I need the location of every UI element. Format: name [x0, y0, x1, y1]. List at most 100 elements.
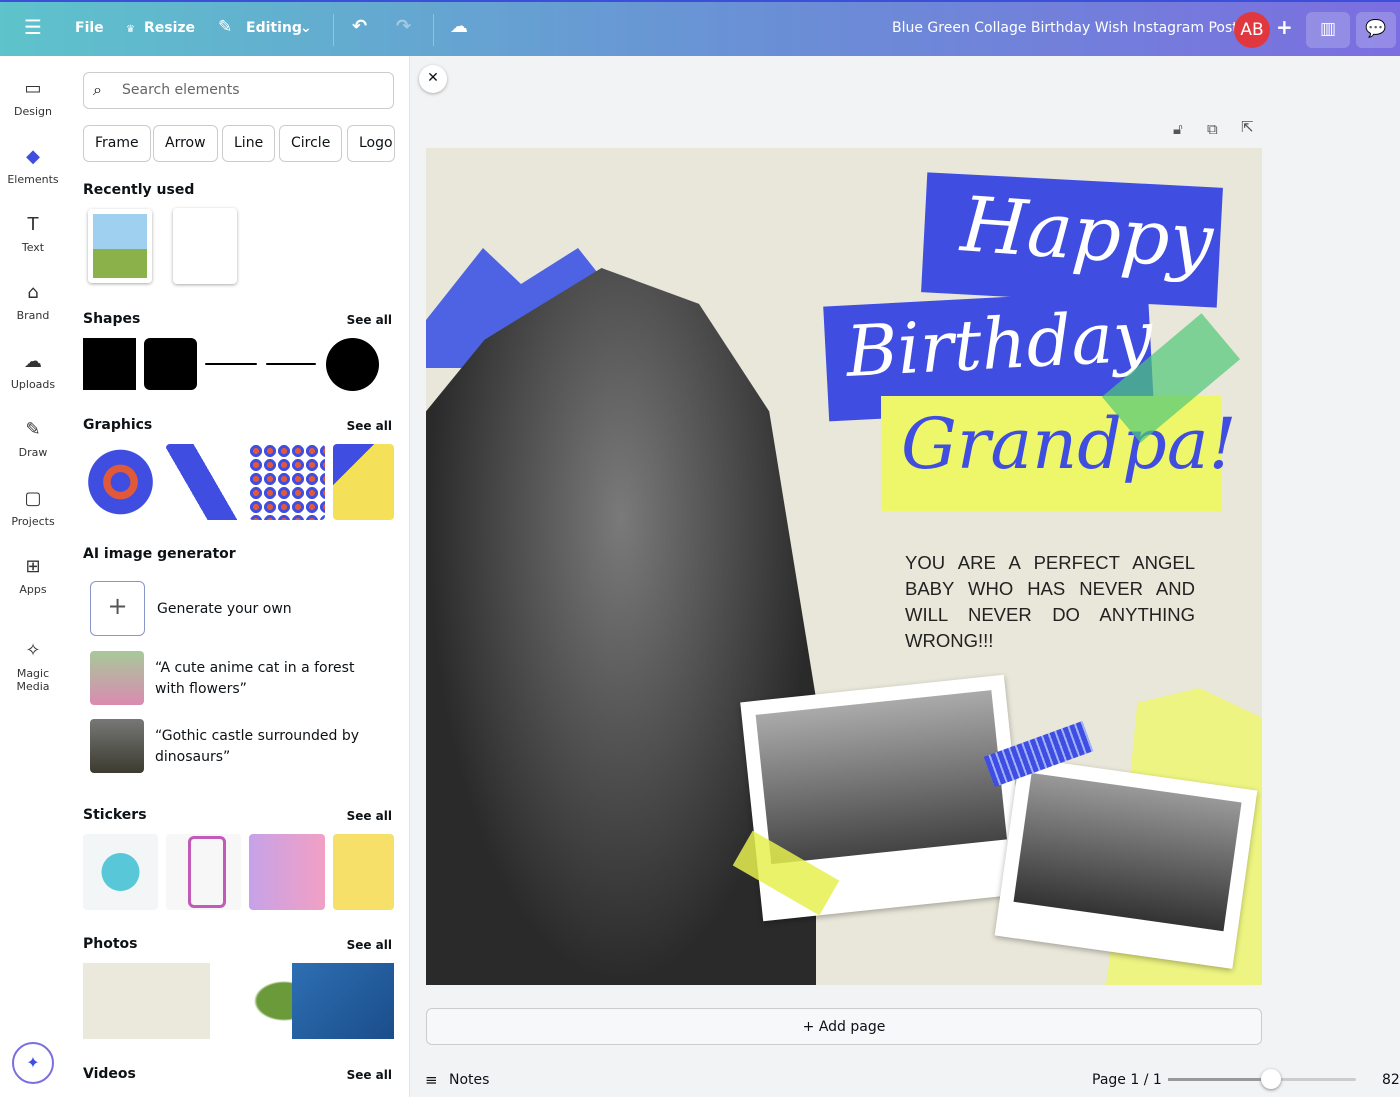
chip-logo[interactable]: Logo: [347, 125, 395, 162]
elements-panel: Search elements ⌕ Frame Arrow Line Circl…: [66, 56, 410, 1097]
side-rail: ▭ Design ◆ Elements T Text ⌂ Brand ☁ Uploads …: [0, 56, 66, 1097]
ai-generator-heading: AI image generator: [83, 546, 236, 562]
photo-paper[interactable]: [83, 963, 210, 1039]
generate-plus-icon[interactable]: +: [90, 581, 145, 636]
redo-icon[interactable]: ↷: [396, 16, 411, 37]
editing-menu[interactable]: Editing: [246, 20, 302, 36]
stickers-heading: Stickers: [83, 807, 147, 823]
videos-heading: Videos: [83, 1066, 136, 1082]
rail-magic-media[interactable]: ✧ Magic Media: [0, 640, 66, 693]
zoom-slider-fill: [1168, 1078, 1272, 1081]
prompt-castle[interactable]: “Gothic castle surrounded by dinosaurs”: [155, 726, 385, 768]
design-icon: ▭: [24, 78, 42, 99]
message-text: YOU ARE A PERFECT ANGEL BABY WHO HAS NEV…: [905, 552, 1195, 651]
file-menu[interactable]: File: [75, 20, 104, 36]
pencil-icon: ✎: [218, 17, 233, 37]
graphic-sun[interactable]: [83, 444, 158, 520]
magic-assistant-button[interactable]: ✦: [12, 1042, 54, 1084]
shape-arrow[interactable]: [266, 363, 316, 365]
photos-see-all[interactable]: See all: [347, 938, 392, 952]
photo-blue[interactable]: [292, 963, 394, 1039]
rail-label: Elements: [7, 173, 59, 186]
sticker-ovals[interactable]: [249, 834, 325, 910]
search-icon: ⌕: [93, 80, 102, 99]
projects-icon: ▢: [24, 488, 42, 509]
chip-frame[interactable]: Frame: [83, 125, 151, 162]
notes-icon[interactable]: ≡: [425, 1071, 438, 1089]
sticker-robot[interactable]: [83, 834, 158, 910]
shapes-see-all[interactable]: See all: [347, 313, 392, 327]
chip-line[interactable]: Line: [222, 125, 276, 162]
page-indicator[interactable]: Page 1 / 1: [1092, 1072, 1162, 1088]
happy-text: Happy: [958, 179, 1216, 286]
zoom-level[interactable]: 82%: [1382, 1072, 1400, 1088]
lock-icon[interactable]: 🔓︎: [1173, 120, 1183, 138]
photos-heading: Photos: [83, 936, 138, 952]
insights-icon[interactable]: ▥: [1306, 12, 1350, 48]
notes-button[interactable]: Notes: [449, 1072, 489, 1088]
rail-label: Apps: [19, 583, 47, 596]
close-panel-button[interactable]: ✕: [419, 65, 447, 93]
cat-thumbnail[interactable]: [90, 651, 144, 705]
chip-circle[interactable]: Circle: [279, 125, 343, 162]
rail-projects[interactable]: ▢ Projects: [0, 488, 66, 528]
graphics-heading: Graphics: [83, 417, 153, 433]
stickers-see-all[interactable]: See all: [347, 809, 392, 823]
prompt-cat[interactable]: “A cute anime cat in a forest with flowe…: [155, 658, 385, 700]
shapes-heading: Shapes: [83, 311, 141, 327]
avatar[interactable]: AB: [1234, 12, 1270, 48]
graphics-see-all[interactable]: See all: [347, 419, 392, 433]
graphic-dots[interactable]: [249, 444, 325, 520]
menu-icon[interactable]: ☰: [24, 15, 42, 39]
elements-icon: ◆: [26, 146, 40, 167]
birthday-text: Birthday: [844, 295, 1155, 393]
chevron-down-icon[interactable]: ⌄: [300, 20, 312, 36]
rail-label: Text: [21, 241, 45, 254]
shape-line[interactable]: [205, 363, 257, 365]
crown-icon: ♛: [126, 24, 135, 35]
resize-button[interactable]: Resize: [144, 20, 195, 36]
sticker-phone[interactable]: [166, 834, 241, 910]
recent-photo-frame[interactable]: [88, 209, 152, 283]
rail-brand[interactable]: ⌂ Brand: [0, 282, 66, 322]
chip-arrow[interactable]: Arrow: [153, 125, 218, 162]
rail-label: Projects: [11, 515, 55, 528]
add-page-icon[interactable]: ⇱: [1241, 118, 1254, 136]
add-collaborator-icon[interactable]: +: [1276, 15, 1293, 39]
graphic-shape[interactable]: [333, 444, 394, 520]
top-bar: ☰ File ♛ Resize ✎ Editing ⌄ ↶ ↷ ☁ Blue G…: [0, 0, 1400, 56]
polaroid-2: [994, 757, 1258, 969]
rail-draw[interactable]: ✎ Draw: [0, 419, 66, 459]
brand-icon: ⌂: [27, 282, 39, 303]
rail-uploads[interactable]: ☁ Uploads: [0, 351, 66, 391]
cloud-saved-icon[interactable]: ☁: [450, 16, 468, 37]
zoom-slider[interactable]: [1168, 1069, 1356, 1089]
rail-elements[interactable]: ◆ Elements: [0, 146, 66, 186]
rail-label: Draw: [18, 446, 48, 459]
duplicate-icon[interactable]: ⧉: [1207, 120, 1218, 138]
rail-text[interactable]: T Text: [0, 214, 66, 254]
add-page-button[interactable]: + Add page: [426, 1008, 1262, 1045]
rail-label: Brand: [16, 309, 50, 322]
document-title[interactable]: Blue Green Collage Birthday Wish Instagr…: [892, 20, 1238, 36]
grandpa-text: Grandpa!: [901, 403, 1237, 485]
rail-apps[interactable]: ⊞ Apps: [0, 556, 66, 596]
shape-circle[interactable]: [326, 338, 379, 391]
undo-icon[interactable]: ↶: [352, 16, 367, 37]
text-icon: T: [27, 214, 39, 235]
castle-thumbnail[interactable]: [90, 719, 144, 773]
graphic-strip[interactable]: [166, 444, 241, 520]
uploads-icon: ☁: [24, 351, 42, 372]
recent-polaroid-frame[interactable]: [173, 208, 237, 284]
comment-icon[interactable]: 💬: [1356, 12, 1396, 48]
sticker-hand[interactable]: [333, 834, 394, 910]
generate-your-own[interactable]: Generate your own: [157, 601, 292, 617]
recently-used-heading: Recently used: [83, 182, 195, 198]
design-canvas[interactable]: Happy Birthday Grandpa! YOU ARE A PERFEC…: [426, 148, 1262, 985]
shape-square[interactable]: [83, 338, 136, 390]
magic-media-icon: ✧: [25, 640, 41, 661]
search-input[interactable]: Search elements: [83, 72, 394, 109]
shape-rounded-square[interactable]: [144, 338, 197, 390]
rail-design[interactable]: ▭ Design: [0, 78, 66, 118]
videos-see-all[interactable]: See all: [347, 1068, 392, 1082]
